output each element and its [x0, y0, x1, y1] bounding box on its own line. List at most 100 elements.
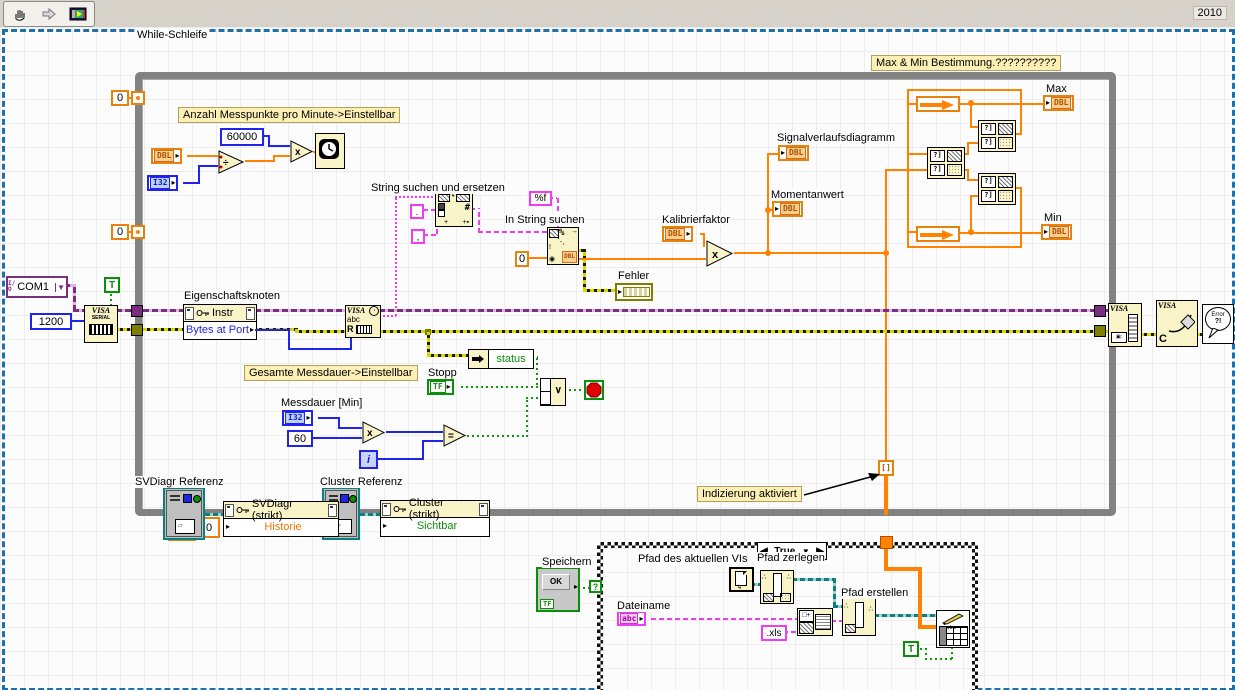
ok-button-terminal[interactable]: OK ▸ TF: [536, 567, 580, 612]
wire-string: [478, 208, 480, 233]
current-vi-path-node[interactable]: ↳: [729, 567, 754, 592]
property-node-instr[interactable]: Instr Bytes at Port ▸: [183, 304, 257, 340]
wire: [198, 165, 200, 183]
iteration-terminal[interactable]: i: [359, 450, 378, 469]
out-arrow: ▸: [171, 178, 176, 187]
dbl-output-chip: DBL: [562, 251, 577, 263]
wire: [970, 103, 972, 127]
visa-configure-serial-node[interactable]: VISA SERIAL: [84, 305, 118, 343]
dbl-indicator-momentanwert[interactable]: ▸ DBL: [772, 201, 804, 217]
tunnel-visa-in[interactable]: [131, 305, 143, 317]
concatenate-strings-node[interactable]: □+: [797, 608, 833, 636]
tunnel-visa-out[interactable]: [1094, 305, 1106, 317]
property-sichtbar[interactable]: ▸ Sichtbar: [381, 518, 489, 534]
string-control-dateiname[interactable]: abc ▸: [617, 611, 647, 626]
wire-boolean: [536, 356, 538, 385]
max-min-node[interactable]: ?] ?]: [978, 173, 1016, 205]
i32-control-messdauer[interactable]: I32 ▸: [282, 410, 314, 426]
constant-60000[interactable]: 60000: [220, 128, 264, 146]
instr-text: Instr: [212, 307, 234, 319]
dbl-control-messpunkte[interactable]: DBL ▸: [151, 148, 183, 164]
constant-true[interactable]: T: [104, 277, 120, 293]
multiply-duration-node[interactable]: x: [362, 421, 386, 445]
wire-error: [583, 289, 615, 292]
dbl-indicator-max[interactable]: ▸ DBL: [1043, 95, 1075, 111]
dropdown-arrow-icon[interactable]: ▼: [55, 282, 66, 292]
feedback-node-max[interactable]: [916, 96, 960, 112]
constant-replace-char[interactable]: ,: [411, 229, 425, 244]
constant-true-transpose[interactable]: T: [903, 641, 919, 657]
wire-numeric: [255, 329, 290, 331]
tunnel-shift-bottom[interactable]: [131, 225, 145, 239]
property-historie[interactable]: ▸ Historie: [224, 519, 338, 535]
constant-format-string[interactable]: %f: [529, 191, 552, 206]
strip-path-node[interactable]: ∴ ∴: [760, 570, 794, 604]
wire-array: [884, 567, 922, 571]
feedback-node-min[interactable]: [916, 226, 960, 242]
equals-node[interactable]: =: [443, 424, 467, 448]
dbl-indicator-signalverlauf[interactable]: ▸ DBL: [778, 145, 810, 161]
constant-zero-init-min[interactable]: 0: [111, 224, 129, 240]
wire-error: [427, 354, 468, 357]
wire-string: [395, 196, 435, 198]
write-spreadsheet-node[interactable]: abc: [936, 610, 970, 648]
dbl-control-kalibrierfaktor[interactable]: DBL ▸: [662, 226, 694, 242]
constant-60[interactable]: 60: [287, 430, 313, 447]
vi-run-icon[interactable]: [65, 3, 91, 25]
loop-condition-terminal[interactable]: [584, 380, 604, 400]
simple-error-handler-node[interactable]: Error ?!: [1202, 304, 1234, 344]
hand-tool-icon[interactable]: [7, 3, 33, 25]
dbl-indicator-min[interactable]: ▸ DBL: [1041, 224, 1073, 240]
error-cluster-indicator[interactable]: ▸: [615, 283, 653, 301]
visa-read-node[interactable]: VISA ◔ abc R: [345, 305, 381, 338]
constant-zero-offset[interactable]: 0: [515, 251, 529, 267]
wire-visa: [73, 284, 76, 311]
case-tunnel-array[interactable]: [880, 536, 893, 549]
baud-rate-constant[interactable]: 1200: [30, 313, 72, 330]
wire: [318, 417, 340, 419]
scan-from-string-node[interactable]: % → ⋱ ! ◉ DBL: [547, 227, 579, 265]
wire: [967, 142, 978, 144]
max-min-node[interactable]: ?] ?]: [927, 147, 965, 179]
or-symbol: ∨: [554, 385, 562, 396]
visa-serial-break-node[interactable]: VISA ▣:: [1108, 303, 1142, 347]
multiply-node[interactable]: x: [290, 140, 314, 164]
property-bytes-at-port[interactable]: Bytes at Port ▸: [184, 322, 256, 338]
wire-error: [1140, 333, 1156, 336]
i32-control[interactable]: I32 ▸: [147, 175, 179, 191]
wire: [1020, 187, 1022, 246]
visa-resource-constant[interactable]: I/O COM1 ▼: [6, 276, 68, 298]
wire-boolean: [461, 386, 540, 388]
constant-zero-init-max[interactable]: 0: [111, 90, 129, 106]
search-replace-string-node[interactable]: ↷ # + +▪: [435, 191, 473, 227]
divide-node[interactable]: ÷: [218, 150, 245, 175]
labview-block-diagram: 2010 While-Schleife [] 0 0 I/O COM1 ▼ T …: [0, 0, 1235, 690]
tunnel-error-out[interactable]: [1094, 325, 1106, 337]
tunnel-shift-top[interactable]: [131, 91, 145, 105]
tf-control-stopp[interactable]: TF ▸: [427, 379, 454, 395]
multiply-calibration-node[interactable]: x: [706, 240, 734, 268]
buffer-glyph: [355, 324, 372, 334]
visa-close-node[interactable]: VISA C: [1156, 300, 1198, 347]
tunnel-error-in[interactable]: [131, 324, 143, 336]
build-path-node[interactable]: ∴ ∴: [842, 598, 876, 636]
unbundle-status-node[interactable]: status: [468, 349, 534, 369]
case-selector-tunnel[interactable]: ?: [589, 580, 602, 593]
wire: [907, 231, 916, 233]
wire: [577, 258, 706, 260]
wire-visa: [116, 309, 131, 312]
wire-error: [295, 330, 345, 333]
constant-xls[interactable]: .xls: [761, 625, 787, 641]
step-arrow-icon[interactable]: [36, 3, 62, 25]
or-compound-node[interactable]: ∨: [540, 378, 566, 406]
wire-error: [116, 328, 131, 331]
wire: [967, 179, 978, 181]
constant-search-char[interactable]: .: [410, 204, 424, 219]
max-min-node[interactable]: ?] ?]: [978, 120, 1016, 152]
property-node-cluster[interactable]: Cluster (strikt) ▸ Sichtbar: [380, 497, 490, 537]
svdiagr-control-ref[interactable]: ▱: [163, 487, 205, 540]
label-max: Max: [1046, 83, 1067, 95]
wire-array: [884, 549, 888, 569]
wait-ms-multiple-node[interactable]: [315, 133, 345, 169]
property-node-svdiagr[interactable]: SVDiagr (strikt) ▸ Historie: [223, 498, 339, 537]
